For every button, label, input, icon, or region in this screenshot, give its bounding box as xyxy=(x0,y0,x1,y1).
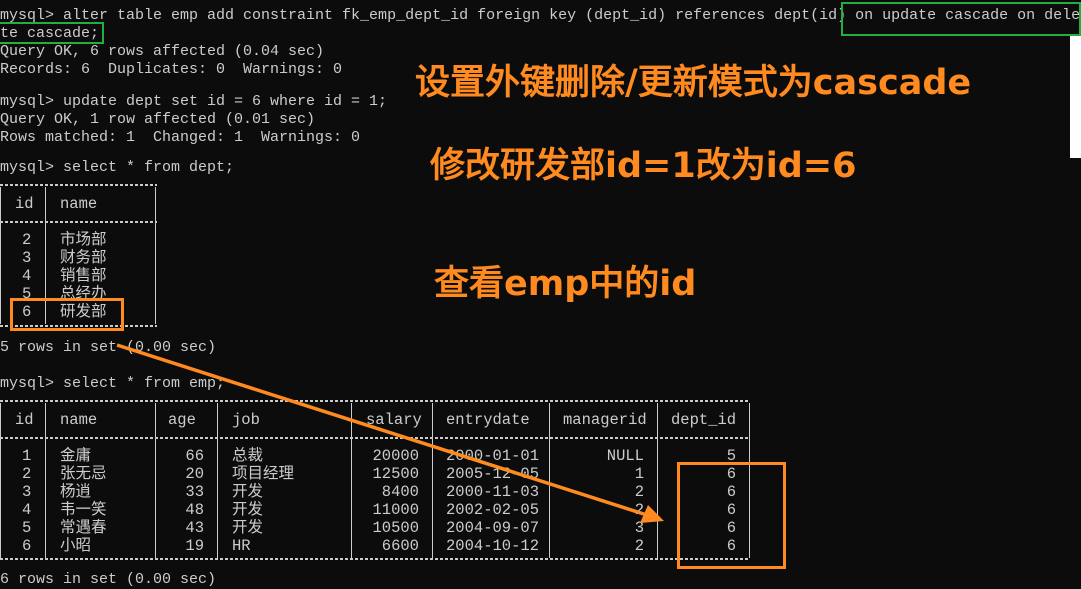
annotation-update-note: 修改研发部id=1改为id=6 xyxy=(430,146,857,186)
annotation-check-emp-note: 查看emp中的id xyxy=(434,264,697,304)
annotation-cascade-note: 设置外键删除/更新模式为cascade xyxy=(415,63,972,103)
